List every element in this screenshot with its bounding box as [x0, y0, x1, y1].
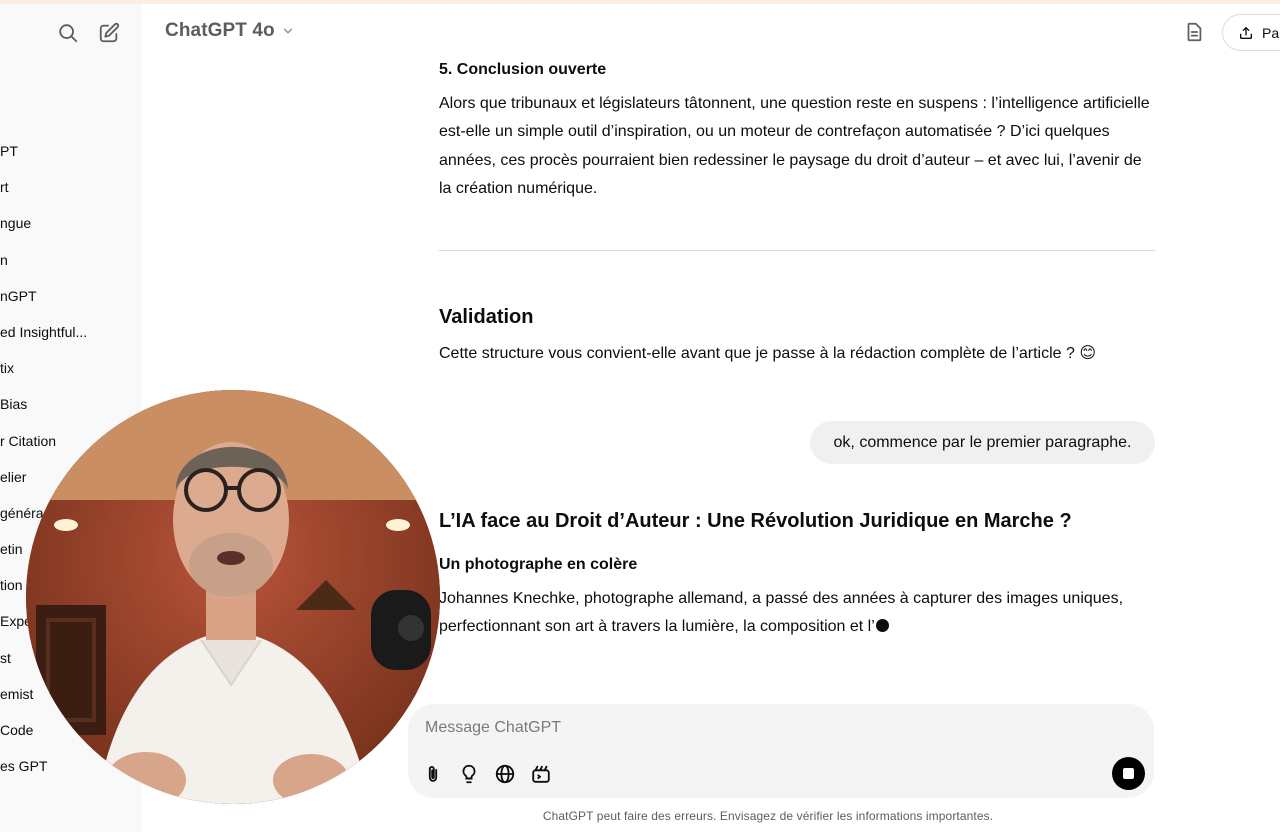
validation-paragraph: Cette structure vous convient-elle avant…: [439, 345, 1097, 362]
article-title: L’IA face au Droit d’Auteur : Une Révolu…: [439, 510, 1072, 532]
user-message-bubble: ok, commence par le premier paragraphe.: [810, 421, 1155, 464]
lightbulb-icon[interactable]: [458, 763, 480, 785]
sidebar-item[interactable]: n: [0, 251, 142, 287]
sidebar-item[interactable]: nGPT: [0, 287, 142, 323]
sidebar-item[interactable]: ed Insightful...: [0, 323, 142, 359]
model-selector[interactable]: ChatGPT 4o: [165, 20, 295, 42]
sidebar-item[interactable]: PT: [0, 142, 142, 178]
share-button[interactable]: Par: [1222, 14, 1280, 51]
model-title: ChatGPT 4o: [165, 20, 275, 41]
paperclip-icon[interactable]: [422, 763, 444, 785]
sidebar-item[interactable]: tix: [0, 359, 142, 395]
share-label: Par: [1262, 24, 1280, 41]
message-composer: [408, 704, 1154, 798]
sidebar-item[interactable]: ngue: [0, 214, 142, 250]
message-input[interactable]: [425, 716, 1025, 740]
webcam-overlay: [26, 390, 440, 804]
document-icon[interactable]: [1183, 21, 1205, 43]
streaming-cursor: [875, 619, 889, 633]
assistant-paragraph: Alors que tribunaux et législateurs tâto…: [439, 95, 1150, 197]
article-text: Johannes Knechke, photographe allemand, …: [439, 590, 1124, 636]
share-icon: [1240, 26, 1252, 39]
article-paragraph: Johannes Knechke, photographe allemand, …: [439, 585, 1155, 642]
search-icon[interactable]: [57, 22, 79, 44]
section-heading: 5. Conclusion ouverte: [439, 61, 607, 78]
canvas-icon[interactable]: [530, 763, 552, 785]
divider: [439, 250, 1155, 251]
top-accent-bar: [0, 0, 1280, 4]
user-message-text: ok, commence par le premier paragraphe.: [833, 433, 1132, 451]
disclaimer: ChatGPT peut faire des erreurs. Envisage…: [542, 809, 994, 823]
chevron-down-icon: [283, 28, 292, 34]
new-chat-icon[interactable]: [98, 22, 120, 44]
sidebar-item[interactable]: rt: [0, 178, 142, 214]
validation-heading: Validation: [439, 306, 534, 328]
article-subtitle: Un photographe en colère: [439, 556, 638, 573]
globe-icon[interactable]: [494, 763, 516, 785]
stop-button[interactable]: [1112, 757, 1145, 790]
